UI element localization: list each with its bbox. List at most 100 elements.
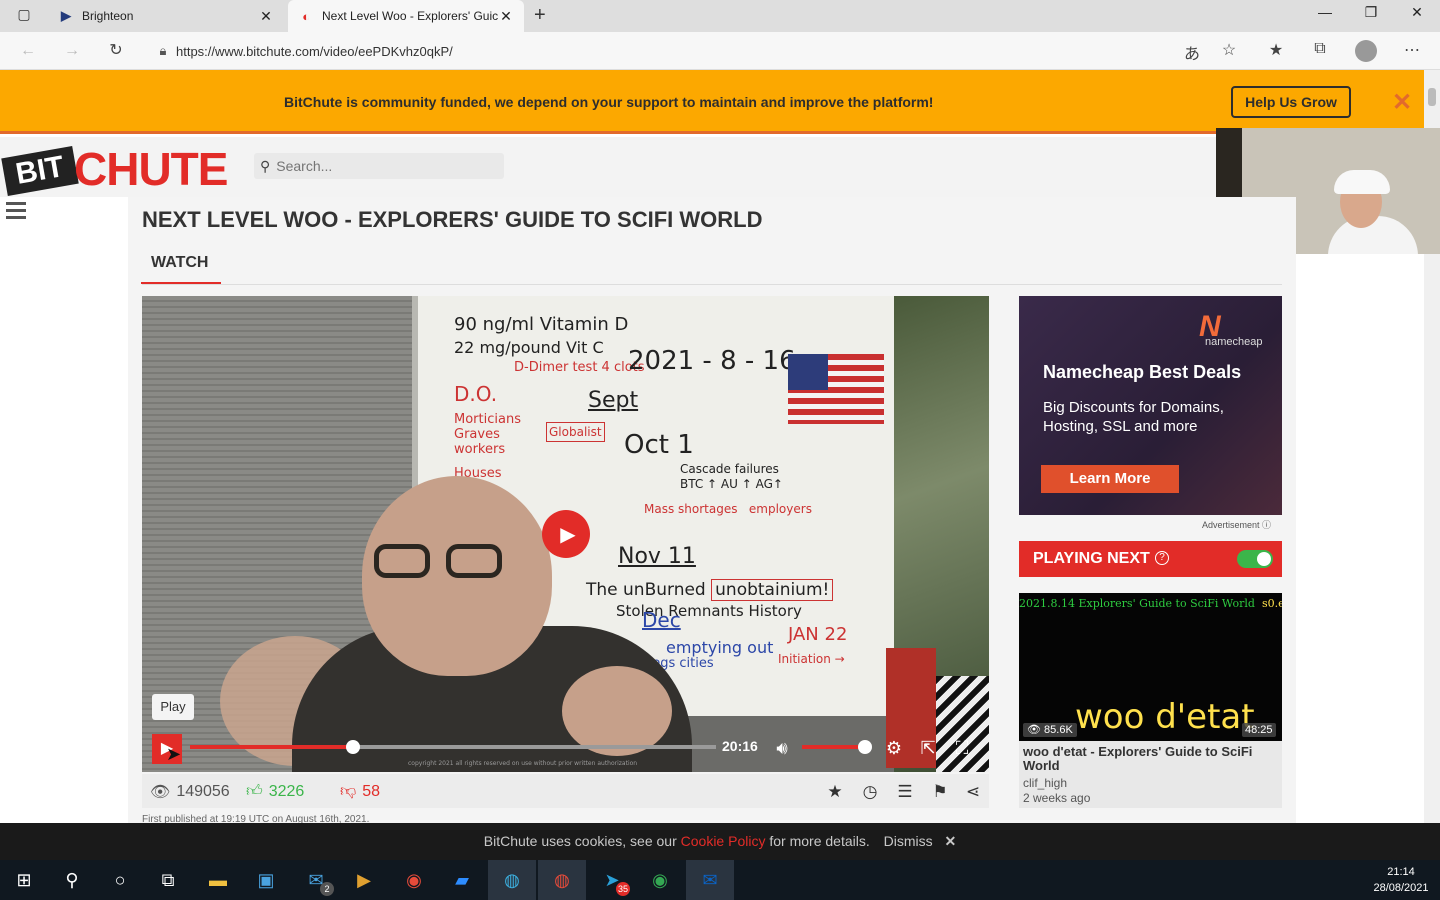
tab-brighteon[interactable]: ▶ Brighteon ✕ (48, 0, 284, 32)
settings-gear-icon[interactable]: ⚙ (882, 736, 906, 760)
minimize-icon[interactable]: — (1302, 4, 1348, 20)
us-flag (788, 354, 884, 424)
cookie-policy-link[interactable]: Cookie Policy (681, 833, 766, 849)
duration-label: 20:16 (722, 738, 758, 754)
add-favorite-icon[interactable]: ☆ (1217, 40, 1241, 60)
volume-handle[interactable] (858, 740, 872, 754)
help-us-grow-button[interactable]: Help Us Grow (1231, 86, 1351, 118)
telegram-icon[interactable]: ➤ 35 (588, 860, 636, 900)
next-video-thumbnail[interactable]: 2021.8.14 Explorers' Guide to SciFi Worl… (1019, 593, 1282, 741)
thumbs-down-icon: 👎︎ (340, 783, 357, 800)
task-view-icon[interactable]: ⧉ (144, 860, 192, 900)
system-clock[interactable]: 21:14 28/08/2021 (1366, 864, 1436, 896)
close-tab-icon[interactable]: ✕ (258, 8, 274, 25)
profile-avatar[interactable] (1354, 40, 1378, 67)
close-window-icon[interactable]: ✕ (1394, 4, 1440, 21)
progress-fill (190, 745, 354, 749)
funding-banner: BitChute is community funded, we depend … (0, 70, 1424, 134)
fullscreen-icon[interactable]: ⛶ (950, 736, 974, 760)
chrome-icon[interactable]: ◉ (390, 860, 438, 900)
maximize-icon[interactable]: ❐ (1348, 4, 1394, 21)
thumbnail-caption: 2021.8.14 Explorers' Guide to SciFi Worl… (1019, 597, 1282, 610)
url-text: https://www.bitchute.com/video/eePDKvhz0… (176, 43, 453, 59)
bitchute-favicon-icon: ◐ (302, 8, 310, 24)
search-input[interactable] (276, 158, 487, 174)
favorites-icon[interactable]: ★ (1264, 40, 1288, 60)
tab-watch[interactable]: WATCH (141, 254, 221, 284)
store-icon[interactable]: ▣ (242, 860, 290, 900)
tab-divider (142, 284, 1282, 285)
collections-icon[interactable]: ⧉ (1308, 40, 1332, 58)
tab-bitchute[interactable]: ◐ Next Level Woo - Explorers' Guic ✕ (288, 0, 524, 32)
cookie-text: BitChute uses cookies, see our (483, 833, 677, 849)
tab-title: Next Level Woo - Explorers' Guic (322, 9, 498, 23)
menu-icon[interactable] (6, 202, 26, 220)
cookie-suffix: for more details. (769, 833, 870, 849)
read-aloud-icon[interactable]: あ (1180, 40, 1204, 64)
dismiss-link[interactable]: Dismiss (884, 833, 933, 849)
brighteon-favicon-icon: ▶ (61, 8, 71, 23)
file-explorer-icon[interactable]: ▬ (194, 860, 242, 900)
namecheap-ad[interactable]: N namecheap Namecheap Best Deals Big Dis… (1019, 296, 1282, 515)
progress-handle[interactable] (346, 740, 361, 754)
cookie-bar: BitChute uses cookies, see our Cookie Po… (0, 823, 1440, 860)
edge-profile-icon[interactable]: ◍ (538, 860, 586, 900)
media-player-icon[interactable]: ▶ (340, 860, 388, 900)
progress-bar[interactable] (190, 740, 716, 754)
bitchute-logo[interactable]: BIT CHUTE (1, 143, 238, 196)
popout-icon[interactable]: ⇱ (916, 736, 940, 760)
view-count: 👁︎ 149056 (150, 782, 230, 802)
learn-more-button[interactable]: Learn More (1041, 465, 1179, 493)
browser-navbar: ← → ↻ 🔒︎ https://www.bitchute.com/video/… (0, 32, 1440, 70)
cortana-icon[interactable]: ○ (96, 860, 144, 900)
thumbnail-text: woo d'etat (1075, 697, 1255, 737)
share-icon[interactable]: ⋖ (962, 782, 984, 802)
playlist-icon[interactable]: ☰ (894, 782, 916, 802)
close-tab-icon[interactable]: ✕ (498, 8, 514, 25)
chrome-profile-icon[interactable]: ◉ (636, 860, 684, 900)
banner-text: BitChute is community funded, we depend … (284, 94, 934, 110)
video-player[interactable]: 90 ng/ml Vitamin D 22 mg/pound Vit C D-D… (142, 296, 989, 772)
flag-icon[interactable]: ⚑ (929, 782, 951, 802)
windows-start-icon[interactable]: ⊞ (0, 860, 48, 900)
search-icon: ⚲ (260, 157, 271, 174)
like-button[interactable]: 👍︎ 3226 (246, 782, 304, 801)
windows-taskbar: ⊞ ⚲ ○ ⧉ ▬ ▣ ✉ 2 ▶ ◉ ▰ ◍ ◍ ➤ 35 ◉ ✉ 21:14 2… (0, 860, 1440, 900)
banner-close-icon[interactable]: ✕ (1392, 88, 1412, 117)
big-play-button[interactable]: ▶ (542, 510, 590, 558)
mail-icon[interactable]: ✉ 2 (292, 860, 340, 900)
player-controls: ▶ 20:16 🔊︎ ⚙ ⇱ ⛶ (142, 730, 989, 772)
edge-icon[interactable]: ◍ (488, 860, 536, 900)
playing-next-header: PLAYING NEXT ? (1019, 541, 1282, 577)
cookie-close-icon[interactable]: ✕ (945, 833, 957, 849)
more-icon[interactable]: ⋯ (1400, 40, 1424, 60)
browser-tabbar: ▢ ▶ Brighteon ✕ ◐ Next Level Woo - Explo… (0, 0, 1440, 32)
next-video-channel[interactable]: clif_high (1023, 776, 1278, 790)
new-tab-icon[interactable]: + (534, 4, 546, 27)
clock-date: 28/08/2021 (1373, 882, 1429, 894)
help-icon[interactable]: ? (1155, 551, 1169, 565)
favorite-star-icon[interactable]: ★ (824, 782, 846, 802)
address-bar[interactable]: 🔒︎ https://www.bitchute.com/video/eePDKv… (150, 36, 1220, 66)
tab-actions-icon[interactable]: ▢ (8, 6, 40, 26)
volume-slider[interactable] (802, 745, 864, 749)
back-icon[interactable]: ← (16, 39, 40, 63)
logo-chute: CHUTE (74, 143, 228, 195)
next-video-age: 2 weeks ago (1023, 791, 1091, 805)
advertisement-label: Advertisement ⓘ (1202, 520, 1272, 530)
watch-later-clock-icon[interactable]: ◷ (859, 782, 881, 802)
dislike-button[interactable]: 👎︎ 58 (340, 782, 380, 801)
search-box[interactable]: ⚲ (254, 153, 504, 179)
search-icon[interactable]: ⚲ (48, 860, 96, 900)
thumbnail-duration: 48:25 (1242, 723, 1276, 737)
mouse-cursor-icon: ➤ (166, 744, 182, 764)
next-video-title[interactable]: woo d'etat - Explorers' Guide to SciFi W… (1023, 745, 1278, 773)
autoplay-toggle[interactable] (1237, 550, 1273, 568)
zoom-icon[interactable]: ▰ (438, 860, 486, 900)
volume-icon[interactable]: 🔊︎ (770, 736, 794, 760)
next-video-info[interactable]: woo d'etat - Explorers' Guide to SciFi W… (1019, 741, 1282, 808)
scroll-thumb[interactable] (1428, 88, 1436, 106)
forward-icon[interactable]: → (60, 39, 84, 63)
outlook-icon[interactable]: ✉ (686, 860, 734, 900)
refresh-icon[interactable]: ↻ (104, 39, 128, 63)
